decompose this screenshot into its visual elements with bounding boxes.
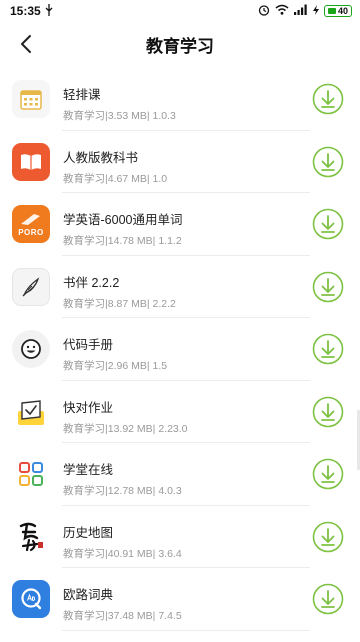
app-name: 快对作业 — [63, 400, 114, 415]
app-name: 学堂在线 — [63, 463, 114, 477]
download-icon[interactable] — [312, 521, 344, 553]
battery-level: 40 — [337, 6, 348, 16]
homework-icon — [12, 392, 50, 431]
list-item[interactable]: 快对作业 教育学习|13.92 MB| 2.23.0 — [0, 381, 360, 444]
status-left: 15:35 — [10, 3, 53, 19]
list-item[interactable]: PORO 学英语-6000通用单词 教育学习|14.78 MB| 1.1.2 — [0, 193, 360, 256]
alarm-icon — [258, 4, 270, 19]
usb-icon — [45, 3, 53, 19]
list-item[interactable]: 历史地图 教育学习|40.91 MB| 3.6.4 — [0, 506, 360, 569]
app-meta: 教育学习|37.48 MB| 7.4.5 — [63, 610, 182, 622]
chevron-left-icon — [21, 35, 31, 53]
battery-icon: 40 — [323, 5, 352, 17]
signal-icon — [293, 4, 308, 18]
page-title: 教育学习 — [146, 36, 214, 56]
app-name: 历史地图 — [63, 525, 114, 540]
poro-icon-label: PORO — [18, 227, 44, 237]
timetable-icon — [12, 80, 50, 118]
list-item[interactable]: 欧路词典 教育学习|37.48 MB| 7.4.5 — [0, 568, 360, 631]
app-meta: 教育学习|12.78 MB| 4.0.3 — [63, 485, 182, 497]
download-icon[interactable] — [312, 333, 344, 365]
app-list: 轻排课 教育学习|3.53 MB| 1.0.3 人教版教科书 教育学习|4.67… — [0, 68, 360, 631]
squares-icon — [12, 455, 50, 493]
download-icon[interactable] — [312, 208, 344, 240]
app-name: 人教版教科书 — [63, 150, 139, 165]
back-button[interactable] — [14, 31, 38, 57]
dictionary-icon — [12, 580, 50, 618]
list-item[interactable]: 书伴 2.2.2 教育学习|8.87 MB| 2.2.2 — [0, 256, 360, 319]
quill-icon — [12, 267, 50, 306]
download-icon[interactable] — [312, 146, 344, 178]
download-icon[interactable] — [312, 458, 344, 490]
wifi-icon — [275, 4, 289, 18]
download-icon[interactable] — [312, 396, 344, 428]
history-map-icon — [12, 517, 50, 556]
download-icon[interactable] — [312, 83, 344, 115]
download-icon[interactable] — [312, 271, 344, 303]
app-name: 代码手册 — [63, 338, 114, 352]
app-name: 轻排课 — [63, 88, 101, 102]
app-meta: 教育学习|2.96 MB| 1.5 — [63, 360, 168, 372]
app-meta: 教育学习|3.53 MB| 1.0.3 — [63, 110, 176, 122]
app-meta: 教育学习|8.87 MB| 2.2.2 — [63, 297, 176, 310]
status-right: 40 — [258, 4, 352, 19]
smiley-icon — [12, 330, 50, 368]
status-bar: 15:35 40 — [0, 0, 360, 22]
status-time: 15:35 — [10, 4, 41, 18]
list-item[interactable]: 人教版教科书 教育学习|4.67 MB| 1.0 — [0, 131, 360, 194]
download-icon[interactable] — [312, 583, 344, 615]
app-name: 书伴 2.2.2 — [63, 275, 120, 290]
app-name: 欧路词典 — [63, 588, 114, 602]
charging-icon — [312, 4, 319, 18]
app-meta: 教育学习|40.91 MB| 3.6.4 — [63, 547, 182, 560]
app-meta: 教育学习|4.67 MB| 1.0 — [63, 172, 168, 185]
textbook-icon — [12, 142, 50, 181]
app-meta: 教育学习|13.92 MB| 2.23.0 — [63, 422, 188, 435]
list-item[interactable]: 轻排课 教育学习|3.53 MB| 1.0.3 — [0, 68, 360, 131]
nav-bar: 教育学习 — [0, 22, 360, 66]
poro-icon: PORO — [12, 205, 50, 243]
app-meta: 教育学习|14.78 MB| 1.1.2 — [63, 235, 182, 247]
app-name: 学英语-6000通用单词 — [63, 213, 183, 227]
list-item[interactable]: 学堂在线 教育学习|12.78 MB| 4.0.3 — [0, 443, 360, 506]
list-item[interactable]: 代码手册 教育学习|2.96 MB| 1.5 — [0, 318, 360, 381]
